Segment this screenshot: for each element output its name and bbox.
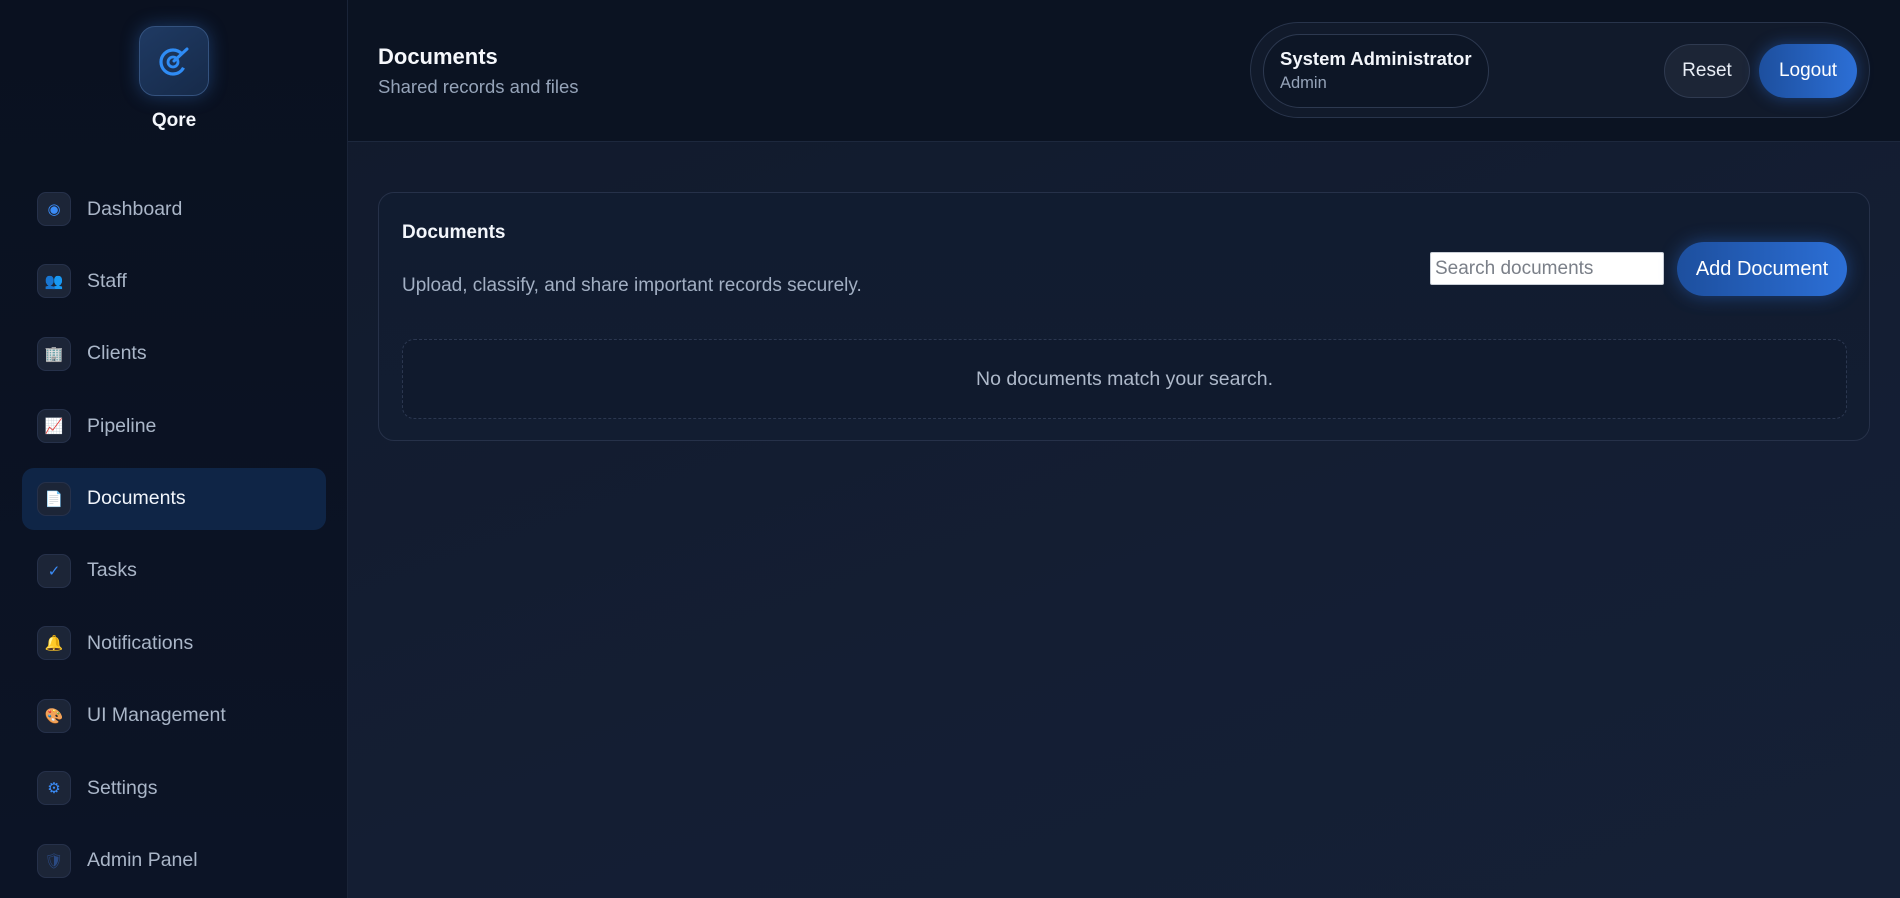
sidebar-item-clients[interactable]: 🏢 Clients (22, 323, 326, 385)
sidebar: Qore ◉ Dashboard 👥 Staff 🏢 Clients 📈 Pipeline 📄 D… (0, 0, 348, 898)
qore-logo-icon[interactable] (139, 26, 209, 96)
reset-button[interactable]: Reset (1664, 44, 1750, 98)
logout-button[interactable]: Logout (1759, 44, 1857, 98)
chart-increasing-icon: 📈 (37, 409, 71, 444)
palette-icon: 🎨 (37, 698, 71, 733)
sidebar-item-dashboard[interactable]: ◉ Dashboard (22, 178, 326, 240)
sidebar-item-pipeline[interactable]: 📈 Pipeline (22, 395, 326, 457)
sidebar-item-label: Documents (87, 487, 186, 510)
app-root: Qore ◉ Dashboard 👥 Staff 🏢 Clients 📈 Pipeline 📄 D… (0, 0, 1900, 898)
sidebar-item-label: Staff (87, 269, 127, 292)
qore-logo-glyph (159, 47, 189, 76)
sidebar-item-label: UI Management (87, 704, 226, 727)
gear-icon: ⚙ (37, 771, 71, 806)
card-title: Documents (402, 222, 506, 243)
sidebar-item-label: Dashboard (87, 197, 183, 220)
user-role: Admin (1280, 74, 1327, 92)
brand-name: Qore (151, 110, 197, 131)
building-icon: 🏢 (37, 336, 71, 371)
page-icon: 📄 (37, 481, 71, 516)
radio-dot-icon: ◉ (37, 192, 71, 226)
card-description: Upload, classify, and share important re… (402, 275, 862, 296)
page-title: Documents (378, 44, 498, 69)
documents-card: Documents Upload, classify, and share im… (378, 192, 1870, 441)
page-subtitle: Shared records and files (378, 76, 579, 97)
sidebar-item-ui-management[interactable]: 🎨 UI Management (22, 685, 326, 747)
brand: Qore (0, 26, 348, 132)
sidebar-item-label: Notifications (87, 631, 194, 654)
sidebar-item-documents[interactable]: 📄 Documents (22, 467, 326, 530)
sidebar-item-label: Settings (87, 776, 158, 799)
check-icon: ✓ (37, 553, 71, 588)
sidebar-item-admin-panel[interactable]: 🛡 Admin Panel (22, 830, 326, 892)
empty-state-message: No documents match your search. (976, 367, 1273, 390)
people-icon: 👥 (37, 264, 71, 299)
bell-icon: 🔔 (37, 626, 71, 661)
add-document-button[interactable]: Add Document (1677, 242, 1847, 296)
sidebar-item-staff[interactable]: 👥 Staff (22, 250, 326, 312)
user-chip[interactable]: System Administrator Admin (1263, 34, 1489, 108)
sidebar-item-settings[interactable]: ⚙ Settings (22, 757, 326, 819)
user-name: System Administrator (1280, 48, 1472, 69)
shield-icon: 🛡 (37, 843, 71, 878)
sidebar-item-label: Clients (87, 342, 147, 365)
search-input[interactable] (1430, 252, 1664, 285)
sidebar-item-tasks[interactable]: ✓ Tasks (22, 540, 326, 602)
sidebar-item-notifications[interactable]: 🔔 Notifications (22, 612, 326, 674)
sidebar-item-label: Pipeline (87, 414, 157, 437)
sidebar-item-label: Tasks (87, 559, 137, 582)
topbar: Documents Shared records and files Syste… (348, 0, 1900, 142)
sidebar-nav: ◉ Dashboard 👥 Staff 🏢 Clients 📈 Pipeline 📄 Docume… (22, 178, 326, 898)
sidebar-item-label: Admin Panel (87, 849, 198, 872)
user-bar: System Administrator Admin Reset Logout (1250, 22, 1870, 118)
empty-state: No documents match your search. (402, 339, 1847, 419)
main-content: Documents Shared records and files Syste… (348, 0, 1900, 898)
